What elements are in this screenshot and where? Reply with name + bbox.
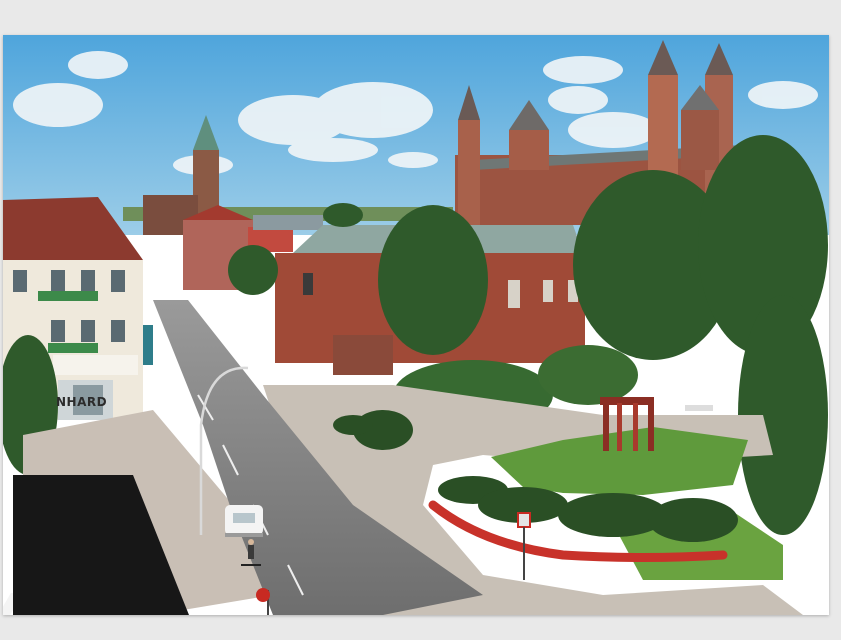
park-bench	[685, 405, 713, 411]
white-car	[225, 505, 263, 537]
street-view-photo: NHARD	[3, 35, 829, 615]
shop-sign-text: NHARD	[56, 395, 108, 409]
postcard-scan: NHARD	[0, 0, 841, 640]
photo-illustration	[3, 35, 829, 615]
